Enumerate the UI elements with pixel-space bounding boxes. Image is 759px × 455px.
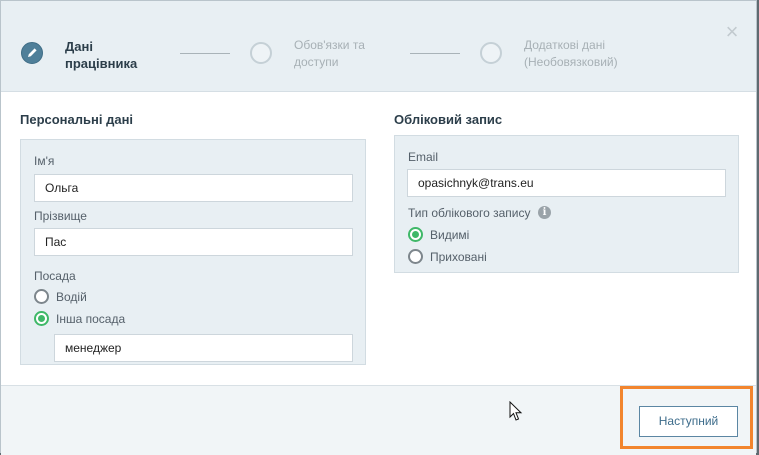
info-icon[interactable]: i xyxy=(538,206,551,219)
last-name-label: Прізвище xyxy=(34,209,87,223)
position-label: Посада xyxy=(34,269,76,283)
personal-data-title: Персональні дані xyxy=(20,112,134,127)
pencil-icon xyxy=(28,48,37,57)
radio-driver[interactable] xyxy=(34,289,49,304)
radio-other-position[interactable] xyxy=(34,311,49,326)
step-3-label: Додаткові дані (Необовязковий) xyxy=(524,38,618,69)
step-2-indicator[interactable] xyxy=(250,42,272,64)
radio-other-position-label[interactable]: Інша посада xyxy=(56,312,125,326)
step-connector xyxy=(180,53,230,54)
mouse-cursor-icon xyxy=(509,401,523,421)
step-connector xyxy=(410,53,460,54)
step-1-label: Дані працівника xyxy=(65,39,138,71)
step-2-label: Обов'язки та доступи xyxy=(294,38,365,69)
step-3-indicator[interactable] xyxy=(480,42,502,64)
radio-driver-label[interactable]: Водій xyxy=(56,290,87,304)
email-input[interactable]: opasichnyk@trans.eu xyxy=(407,169,726,197)
personal-data-panel: Ім'я Ольга Прізвище Пас Посада Водій Інш… xyxy=(20,139,366,365)
radio-visible[interactable] xyxy=(408,227,423,242)
account-type-label: Тип облікового запису xyxy=(408,206,531,220)
first-name-label: Ім'я xyxy=(34,154,55,168)
account-panel: Email opasichnyk@trans.eu Тип облікового… xyxy=(394,135,739,273)
close-icon[interactable]: × xyxy=(721,21,743,43)
step-1-indicator[interactable] xyxy=(21,42,43,64)
radio-hidden[interactable] xyxy=(408,249,423,264)
first-name-input[interactable]: Ольга xyxy=(34,174,353,202)
email-label: Email xyxy=(408,150,439,164)
radio-hidden-label[interactable]: Приховані xyxy=(430,250,487,264)
next-button[interactable]: Наступний xyxy=(639,406,738,437)
wizard-stepper: Дані працівника Обов'язки та доступи Дод… xyxy=(1,1,756,92)
account-title: Обліковий запис xyxy=(394,112,503,127)
last-name-input[interactable]: Пас xyxy=(34,228,353,256)
radio-visible-label[interactable]: Видимі xyxy=(430,228,469,242)
other-position-input[interactable]: менеджер xyxy=(54,334,353,362)
